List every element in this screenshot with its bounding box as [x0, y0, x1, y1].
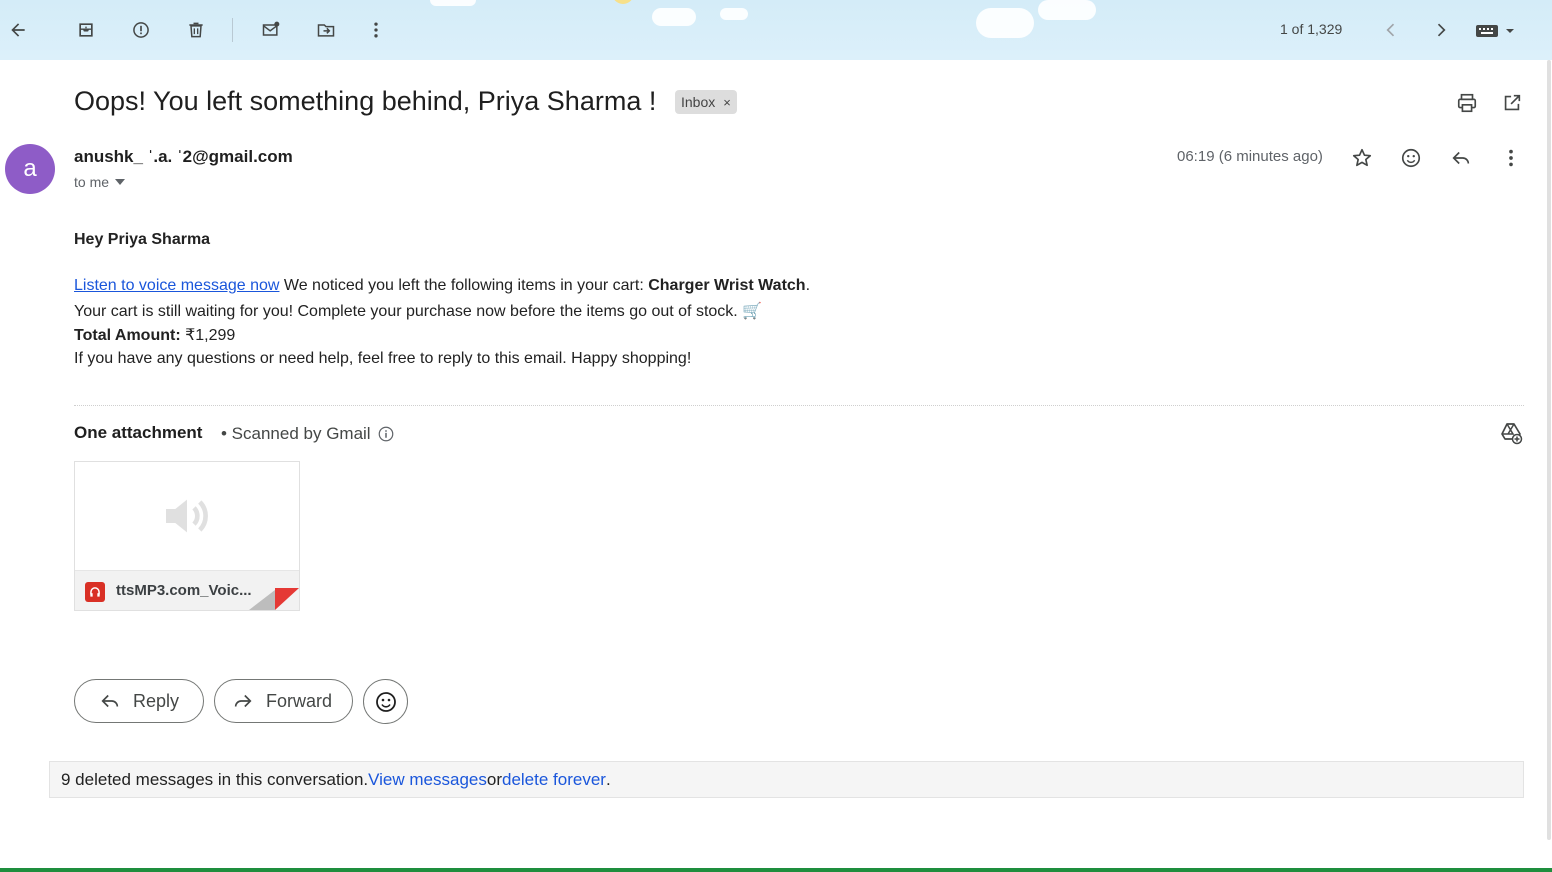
report-spam-button[interactable]: [125, 14, 157, 46]
arrow-left-icon: [11, 23, 25, 37]
chevron-right-icon: [1437, 23, 1446, 37]
label-chip-remove[interactable]: ×: [723, 95, 731, 110]
more-vert-icon: [374, 22, 378, 38]
star-button[interactable]: [1349, 145, 1375, 171]
voice-message-link[interactable]: Listen to voice message now: [74, 277, 279, 294]
page-fold: [249, 590, 275, 610]
total-value: ₹1,299: [180, 327, 236, 344]
star-icon: [1352, 148, 1372, 167]
more-vert-icon: [1509, 149, 1513, 167]
report-spam-icon: [133, 22, 149, 38]
message-more-button[interactable]: [1498, 145, 1524, 171]
email-line-2: Your cart is still waiting for you! Comp…: [74, 303, 763, 320]
delete-button[interactable]: [180, 14, 212, 46]
mark-unread-button[interactable]: [255, 14, 287, 46]
deleted-messages-notice: 9 deleted messages in this conversation.…: [49, 761, 1524, 798]
input-tools-button[interactable]: [1474, 22, 1520, 40]
attachment-title: One attachment: [74, 423, 203, 442]
toolbar: 1 of 1,329: [0, 0, 1552, 60]
audio-file-icon: [85, 582, 105, 602]
info-icon[interactable]: [377, 425, 395, 443]
decor-cloud: [976, 8, 1034, 38]
reply-label: Reply: [133, 690, 180, 711]
reply-icon: [101, 694, 119, 708]
reply-pill-button[interactable]: Reply: [74, 679, 204, 723]
message-counter: 1 of 1,329: [1280, 21, 1343, 37]
label-chip-text: Inbox: [681, 94, 716, 110]
toolbar-separator: [232, 18, 233, 42]
email-timestamp: 06:19 (6 minutes ago): [1177, 148, 1323, 165]
open-new-window-button[interactable]: [1499, 90, 1525, 116]
email-line-4: If you have any questions or need help, …: [74, 350, 692, 367]
delete-forever-link[interactable]: delete forever: [502, 770, 606, 790]
decor-cloud: [1038, 0, 1096, 20]
reply-icon: [1452, 151, 1470, 165]
attachment-preview: [75, 462, 299, 570]
print-icon: [1457, 93, 1477, 113]
forward-label: Forward: [266, 690, 333, 711]
recipient-label: to me: [74, 174, 110, 190]
forward-icon: [234, 694, 252, 708]
cart-item-name: Charger Wrist Watch: [648, 277, 806, 294]
emoji-reaction-button[interactable]: [363, 679, 408, 724]
attachment-scan-status: • Scanned by Gmail: [221, 424, 395, 444]
back-button[interactable]: [2, 14, 34, 46]
email-line-1-end: .: [805, 277, 811, 294]
archive-icon: [79, 23, 93, 37]
smiley-icon: [375, 691, 396, 712]
email-line-1: Listen to voice message now We noticed y…: [74, 277, 810, 295]
older-button[interactable]: [1425, 14, 1457, 46]
chevron-left-icon: [1386, 23, 1395, 37]
email-total: Total Amount: ₹1,299: [74, 325, 235, 345]
decor-cloud: [652, 8, 696, 26]
attachment-file-name: ttsMP3.com_Voic...: [116, 582, 252, 599]
deleted-or: or: [486, 769, 502, 789]
caret-down-icon: [115, 179, 126, 185]
speaker-icon: [166, 499, 208, 533]
avatar[interactable]: a: [5, 144, 55, 194]
move-to-icon: [317, 24, 335, 37]
page-fold-corner: [275, 588, 299, 610]
reply-button[interactable]: [1448, 145, 1474, 171]
email-line-1-text: We noticed you left the following items …: [279, 277, 649, 294]
mark-unread-icon: [262, 21, 280, 36]
view-messages-link[interactable]: View messages: [368, 770, 487, 790]
newer-button[interactable]: [1375, 14, 1407, 46]
email-subject: Oops! You left something behind, Priya S…: [74, 86, 657, 116]
scrollbar-thumb[interactable]: [1547, 60, 1551, 840]
open-in-new-icon: [1504, 94, 1521, 111]
attachment-divider: [74, 405, 1524, 406]
attachment-card[interactable]: ttsMP3.com_Voic...: [74, 461, 300, 611]
label-chip-inbox[interactable]: Inbox ×: [675, 90, 737, 114]
deleted-text: 9 deleted messages in this conversation.: [61, 769, 369, 789]
delete-icon: [189, 22, 203, 38]
add-to-drive-icon: [1501, 423, 1523, 445]
move-to-button[interactable]: [310, 14, 342, 46]
keyboard-icon: [1476, 25, 1514, 37]
deleted-end: .: [605, 769, 611, 789]
archive-button[interactable]: [70, 14, 102, 46]
decor-sun: [612, 0, 634, 4]
smiley-icon: [1401, 148, 1421, 168]
bottom-accent-bar: [0, 868, 1552, 872]
print-button[interactable]: [1454, 90, 1480, 116]
sender-email[interactable]: anushk_ ˈ.a. ˈ2@gmail.com: [74, 147, 293, 167]
more-options-button[interactable]: [360, 14, 392, 46]
add-reaction-button[interactable]: [1398, 145, 1424, 171]
scan-text: • Scanned by Gmail: [221, 424, 371, 443]
total-label: Total Amount:: [74, 327, 181, 344]
decor-cloud: [430, 0, 476, 6]
decor-cloud: [720, 8, 748, 20]
add-to-drive-button[interactable]: [1498, 420, 1524, 446]
forward-pill-button[interactable]: Forward: [214, 679, 353, 723]
email-greeting: Hey Priya Sharma: [74, 231, 211, 248]
recipient-details[interactable]: to me: [74, 174, 126, 190]
